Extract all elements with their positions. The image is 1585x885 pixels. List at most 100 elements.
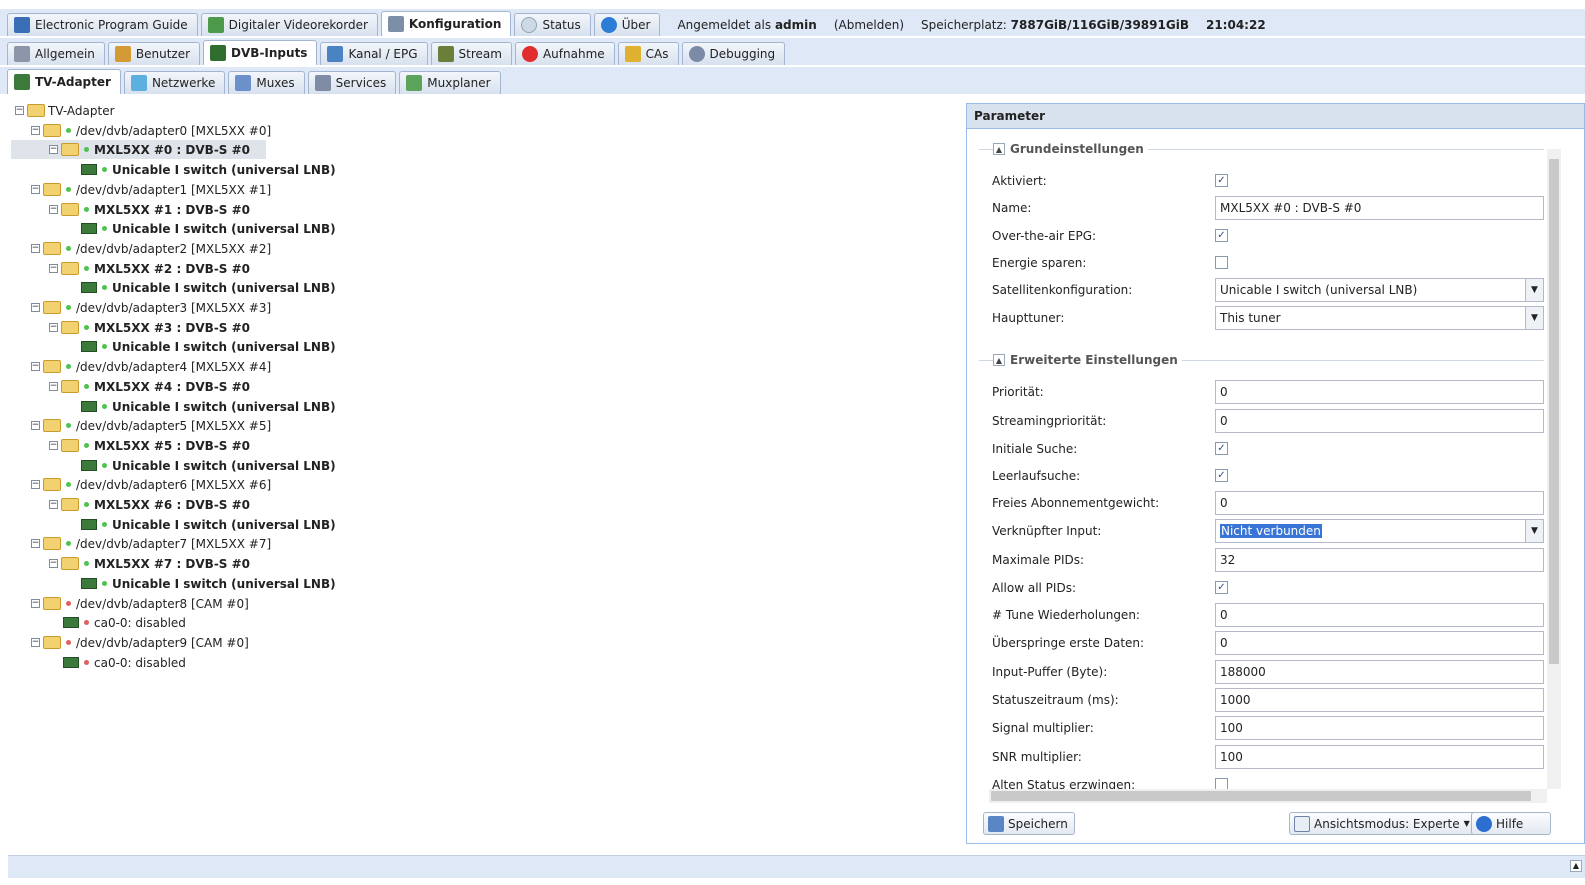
tree-satconf[interactable]: Unicable I switch (universal LNB)	[81, 337, 336, 356]
tree-adapter[interactable]: − /dev/dvb/adapter3 [MXL5XX #3]	[31, 298, 271, 317]
text-field[interactable]: 0	[1215, 631, 1544, 655]
tree-cam-slot[interactable]: ca0-0: disabled	[63, 613, 186, 632]
text-field[interactable]: 100	[1215, 716, 1544, 740]
tab-debugging[interactable]: Debugging	[681, 42, 786, 65]
select-field[interactable]: This tuner ▼	[1215, 306, 1544, 330]
collapse-icon[interactable]: −	[15, 106, 24, 115]
collapse-icon[interactable]: −	[31, 638, 40, 647]
tree-frontend[interactable]: − MXL5XX #6 : DVB-S #0	[49, 495, 250, 514]
tree-adapter[interactable]: − /dev/dvb/adapter1 [MXL5XX #1]	[31, 180, 271, 199]
fieldset-advanced-title[interactable]: ▲ Erweiterte Einstellungen	[993, 350, 1182, 370]
checkbox[interactable]: ✓	[1215, 469, 1228, 482]
collapse-icon[interactable]: ▲	[993, 143, 1005, 155]
collapse-icon[interactable]: −	[49, 264, 58, 273]
text-field[interactable]: 0	[1215, 380, 1544, 404]
text-field[interactable]: 0	[1215, 603, 1544, 627]
text-field[interactable]: 32	[1215, 548, 1544, 572]
tab-benutzer[interactable]: Benutzer	[107, 42, 201, 65]
tree-frontend[interactable]: − MXL5XX #0 : DVB-S #0	[11, 140, 266, 159]
logout-link[interactable]: (Abmelden)	[834, 18, 904, 32]
tab-netzwerke[interactable]: Netzwerke	[123, 71, 226, 94]
scroll-thumb[interactable]	[991, 791, 1531, 801]
chevron-down-icon[interactable]: ▼	[1525, 307, 1543, 329]
tree-satconf[interactable]: Unicable I switch (universal LNB)	[81, 160, 336, 179]
text-field[interactable]: 1000	[1215, 688, 1544, 712]
tree-frontend[interactable]: − MXL5XX #2 : DVB-S #0	[49, 259, 250, 278]
tab-allgemein[interactable]: Allgemein	[7, 42, 105, 65]
text-field[interactable]: MXL5XX #0 : DVB-S #0	[1215, 196, 1544, 220]
view-mode-button[interactable]: Ansichtsmodus: Experte ▼	[1289, 812, 1477, 835]
collapse-icon[interactable]: −	[31, 362, 40, 371]
tab-dvr[interactable]: Digitaler Videorekorder	[200, 13, 378, 36]
tree-frontend[interactable]: − MXL5XX #1 : DVB-S #0	[49, 200, 250, 219]
tree-satconf[interactable]: Unicable I switch (universal LNB)	[81, 278, 336, 297]
collapse-icon[interactable]: −	[31, 480, 40, 489]
collapse-icon[interactable]: −	[49, 559, 58, 568]
text-field[interactable]: 188000	[1215, 660, 1544, 684]
tab-services[interactable]: Services	[307, 71, 397, 94]
tree-satconf[interactable]: Unicable I switch (universal LNB)	[81, 397, 336, 416]
collapse-icon[interactable]: −	[31, 421, 40, 430]
collapse-icon[interactable]: −	[31, 539, 40, 548]
checkbox[interactable]: ✓	[1215, 442, 1228, 455]
text-field[interactable]: 0	[1215, 491, 1544, 515]
tab-kanal-epg[interactable]: Kanal / EPG	[320, 42, 428, 65]
collapse-icon[interactable]: −	[49, 500, 58, 509]
fieldset-basic-title[interactable]: ▲ Grundeinstellungen	[993, 139, 1148, 159]
checkbox[interactable]	[1215, 778, 1228, 789]
tree-satconf[interactable]: Unicable I switch (universal LNB)	[81, 515, 336, 534]
tree-satconf[interactable]: Unicable I switch (universal LNB)	[81, 574, 336, 593]
tab-stream[interactable]: Stream	[430, 42, 512, 65]
tree-satconf[interactable]: Unicable I switch (universal LNB)	[81, 219, 336, 238]
help-button[interactable]: Hilfe	[1471, 812, 1551, 835]
tab-muxplaner[interactable]: Muxplaner	[399, 71, 501, 94]
tab-cas[interactable]: CAs	[617, 42, 679, 65]
tree-cam-slot[interactable]: ca0-0: disabled	[63, 653, 186, 672]
tree-adapter[interactable]: − /dev/dvb/adapter4 [MXL5XX #4]	[31, 357, 271, 376]
tab-ueber[interactable]: Über	[593, 13, 661, 36]
tree-frontend[interactable]: − MXL5XX #7 : DVB-S #0	[49, 554, 250, 573]
tree-adapter[interactable]: − /dev/dvb/adapter2 [MXL5XX #2]	[31, 239, 271, 258]
checkbox[interactable]	[1215, 256, 1228, 269]
collapse-icon[interactable]: −	[31, 599, 40, 608]
tree-satconf[interactable]: Unicable I switch (universal LNB)	[81, 456, 336, 475]
tab-dvb-inputs[interactable]: DVB-Inputs	[203, 40, 318, 65]
tab-status[interactable]: Status	[514, 13, 591, 36]
collapse-icon[interactable]: −	[49, 382, 58, 391]
tree-cam-adapter[interactable]: − /dev/dvb/adapter8 [CAM #0]	[31, 594, 249, 613]
tree-cam-adapter[interactable]: − /dev/dvb/adapter9 [CAM #0]	[31, 633, 249, 652]
text-field[interactable]: 100	[1215, 745, 1544, 769]
tree-frontend[interactable]: − MXL5XX #5 : DVB-S #0	[49, 436, 250, 455]
chevron-down-icon[interactable]: ▼	[1525, 520, 1543, 542]
vertical-scrollbar[interactable]	[1547, 149, 1561, 789]
tab-konfiguration[interactable]: Konfiguration	[380, 11, 512, 36]
tree-frontend[interactable]: − MXL5XX #4 : DVB-S #0	[49, 377, 250, 396]
select-field[interactable]: Nicht verbunden ▼	[1215, 519, 1544, 543]
tab-aufnahme[interactable]: Aufnahme	[514, 42, 615, 65]
collapse-icon[interactable]: −	[31, 185, 40, 194]
checkbox[interactable]: ✓	[1215, 229, 1228, 242]
tab-epg[interactable]: Electronic Program Guide	[7, 13, 198, 36]
checkbox[interactable]: ✓	[1215, 581, 1228, 594]
collapse-up-icon[interactable]: ▲	[1570, 860, 1582, 872]
collapse-icon[interactable]: −	[49, 441, 58, 450]
collapse-icon[interactable]: ▲	[993, 354, 1005, 366]
collapse-icon[interactable]: −	[31, 244, 40, 253]
scroll-thumb[interactable]	[1549, 159, 1559, 664]
collapse-icon[interactable]: −	[49, 323, 58, 332]
text-field[interactable]: 0	[1215, 409, 1544, 433]
chevron-down-icon[interactable]: ▼	[1525, 279, 1543, 301]
collapse-icon[interactable]: −	[49, 145, 58, 154]
collapse-icon[interactable]: −	[31, 126, 40, 135]
tree-adapter[interactable]: − /dev/dvb/adapter0 [MXL5XX #0]	[31, 121, 271, 140]
collapse-icon[interactable]: −	[31, 303, 40, 312]
tab-muxes[interactable]: Muxes	[228, 71, 305, 94]
tree-adapter[interactable]: − /dev/dvb/adapter5 [MXL5XX #5]	[31, 416, 271, 435]
select-field[interactable]: Unicable I switch (universal LNB) ▼	[1215, 278, 1544, 302]
collapse-icon[interactable]: −	[49, 205, 58, 214]
tree-adapter[interactable]: − /dev/dvb/adapter7 [MXL5XX #7]	[31, 534, 271, 553]
checkbox[interactable]: ✓	[1215, 174, 1228, 187]
tree-root[interactable]: − TV-Adapter	[15, 101, 115, 120]
horizontal-scrollbar[interactable]	[989, 789, 1547, 803]
tab-tv-adapter[interactable]: TV-Adapter	[7, 69, 121, 94]
